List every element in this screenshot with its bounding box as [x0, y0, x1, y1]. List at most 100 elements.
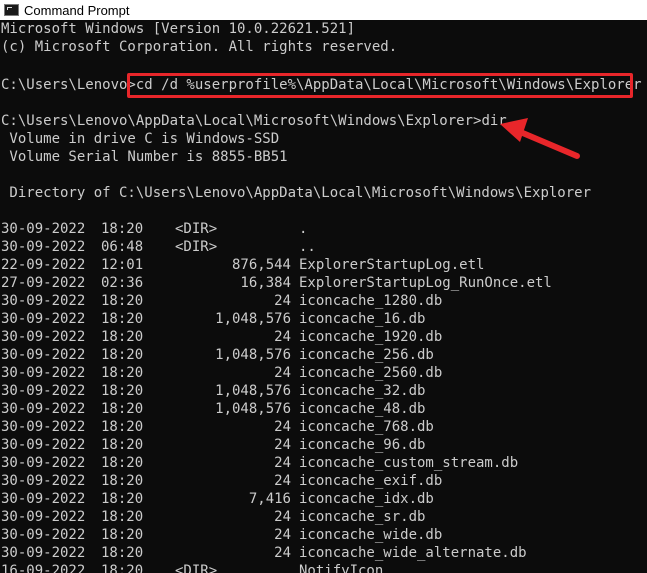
row-size: 24: [274, 509, 291, 525]
row-date: 30-09-2022: [1, 527, 86, 543]
row-size: 24: [274, 419, 291, 435]
row-time: 18:20: [101, 473, 144, 489]
row-size: 24: [274, 365, 291, 381]
command-line-2: C:\Users\Lenovo\AppData\Local\Microsoft\…: [1, 112, 507, 130]
row-time: 18:20: [101, 383, 144, 399]
row-date: 30-09-2022: [1, 311, 86, 327]
row-time: 18:20: [101, 563, 144, 573]
row-date: 30-09-2022: [1, 365, 86, 381]
copyright-line: (c) Microsoft Corporation. All rights re…: [1, 39, 398, 55]
row-filename: iconcache_48.db: [299, 401, 426, 417]
listing-row: 30-09-2022 18:20 24 iconcache_wide.db: [1, 526, 641, 544]
row-filename: iconcache_wide_alternate.db: [299, 545, 527, 561]
row-date: 30-09-2022: [1, 473, 86, 489]
row-size: 1,048,576: [215, 401, 291, 417]
listing-row: 30-09-2022 18:20 24 iconcache_1280.db: [1, 292, 641, 310]
listing-row: 30-09-2022 06:48 <DIR>..: [1, 238, 641, 256]
row-filename: iconcache_96.db: [299, 437, 426, 453]
row-time: 18:20: [101, 509, 144, 525]
row-filename: iconcache_custom_stream.db: [299, 455, 519, 471]
row-filename: ..: [299, 239, 316, 255]
row-filename: iconcache_idx.db: [299, 491, 434, 507]
listing-row: 30-09-2022 18:20 7,416 iconcache_idx.db: [1, 490, 641, 508]
listing-row: 30-09-2022 18:20 24 iconcache_exif.db: [1, 472, 641, 490]
row-date: 16-09-2022: [1, 563, 86, 573]
row-filename: iconcache_256.db: [299, 347, 434, 363]
row-time: 18:20: [101, 311, 144, 327]
row-filename: NotifyIcon: [299, 563, 384, 573]
row-date: 30-09-2022: [1, 347, 86, 363]
row-date: 30-09-2022: [1, 545, 86, 561]
row-filename: iconcache_768.db: [299, 419, 434, 435]
listing-row: 30-09-2022 18:20 1,048,576 iconcache_256.db: [1, 346, 641, 364]
row-date: 30-09-2022: [1, 329, 86, 345]
row-size: 1,048,576: [215, 383, 291, 399]
listing-row: 27-09-2022 02:36 16,384 ExplorerStartupLog_…: [1, 274, 641, 292]
row-size: 7,416: [248, 491, 291, 507]
row-date: 30-09-2022: [1, 383, 86, 399]
row-size: 24: [274, 527, 291, 543]
row-filename: iconcache_1280.db: [299, 293, 443, 309]
row-date: 27-09-2022: [1, 275, 86, 291]
listing-row: 30-09-2022 18:20 24 iconcache_sr.db: [1, 508, 641, 526]
command-highlight-box: [127, 73, 633, 98]
title-bar[interactable]: Command Prompt: [0, 0, 647, 20]
volume-line: Volume in drive C is Windows-SSD: [1, 131, 280, 147]
row-date: 30-09-2022: [1, 221, 86, 237]
row-time: 18:20: [101, 491, 144, 507]
row-size: 24: [274, 473, 291, 489]
row-filename: iconcache_1920.db: [299, 329, 443, 345]
command-prompt-icon: [4, 4, 19, 16]
row-time: 18:20: [101, 221, 144, 237]
window-title: Command Prompt: [24, 2, 130, 18]
row-time: 18:20: [101, 455, 144, 471]
row-filename: iconcache_wide.db: [299, 527, 443, 543]
row-filename: iconcache_2560.db: [299, 365, 443, 381]
listing-row: 30-09-2022 18:20 24 iconcache_1920.db: [1, 328, 641, 346]
row-size: 24: [274, 545, 291, 561]
row-date: 30-09-2022: [1, 239, 86, 255]
listing-row: 30-09-2022 18:20 1,048,576 iconcache_32.db: [1, 382, 641, 400]
row-size: 876,544: [231, 257, 291, 273]
row-time: 12:01: [101, 257, 144, 273]
listing-row: 30-09-2022 18:20 24 iconcache_2560.db: [1, 364, 641, 382]
listing-row: 30-09-2022 18:20 24 iconcache_custom_stream…: [1, 454, 641, 472]
row-time: 18:20: [101, 437, 144, 453]
row-size: 24: [274, 293, 291, 309]
row-date: 30-09-2022: [1, 491, 86, 507]
listing-row: 30-09-2022 18:20 24 iconcache_wide_alternat…: [1, 544, 641, 562]
row-size: 1,048,576: [215, 347, 291, 363]
row-date: 30-09-2022: [1, 401, 86, 417]
command-2: dir: [481, 113, 507, 129]
command-prompt-window: Command Prompt Microsoft Windows [Versio…: [0, 0, 647, 573]
row-time: 18:20: [101, 419, 144, 435]
row-date: 30-09-2022: [1, 509, 86, 525]
row-date: 30-09-2022: [1, 437, 86, 453]
row-filename: ExplorerStartupLog.etl: [299, 257, 485, 273]
row-time: 18:20: [101, 545, 144, 561]
row-size: 24: [274, 455, 291, 471]
console-output[interactable]: Microsoft Windows [Version 10.0.22621.52…: [0, 20, 647, 573]
row-dir-marker: <DIR>: [175, 221, 218, 237]
row-dir-marker: <DIR>: [175, 239, 218, 255]
row-size: 1,048,576: [215, 311, 291, 327]
row-filename: iconcache_sr.db: [299, 509, 426, 525]
row-size: 16,384: [240, 275, 291, 291]
row-time: 18:20: [101, 365, 144, 381]
listing-row: 16-09-2022 18:20 <DIR> NotifyIcon: [1, 562, 641, 573]
directory-line: Directory of C:\Users\Lenovo\AppData\Loc…: [1, 185, 592, 201]
row-size: 24: [274, 329, 291, 345]
listing-row: 30-09-2022 18:20 24 iconcache_768.db: [1, 418, 641, 436]
row-time: 06:48: [101, 239, 144, 255]
serial-line: Volume Serial Number is 8855-BB51: [1, 149, 288, 165]
listing-row: 30-09-2022 18:20 1,048,576 iconcache_16.db: [1, 310, 641, 328]
listing-row: 22-09-2022 12:01 876,544 ExplorerStartupLog…: [1, 256, 641, 274]
row-time: 18:20: [101, 329, 144, 345]
prompt-1: C:\Users\Lenovo>: [1, 77, 136, 93]
row-date: 22-09-2022: [1, 257, 86, 273]
row-time: 02:36: [101, 275, 144, 291]
row-filename: ExplorerStartupLog_RunOnce.etl: [299, 275, 552, 291]
row-time: 18:20: [101, 293, 144, 309]
row-size: 24: [274, 437, 291, 453]
row-filename: iconcache_16.db: [299, 311, 426, 327]
